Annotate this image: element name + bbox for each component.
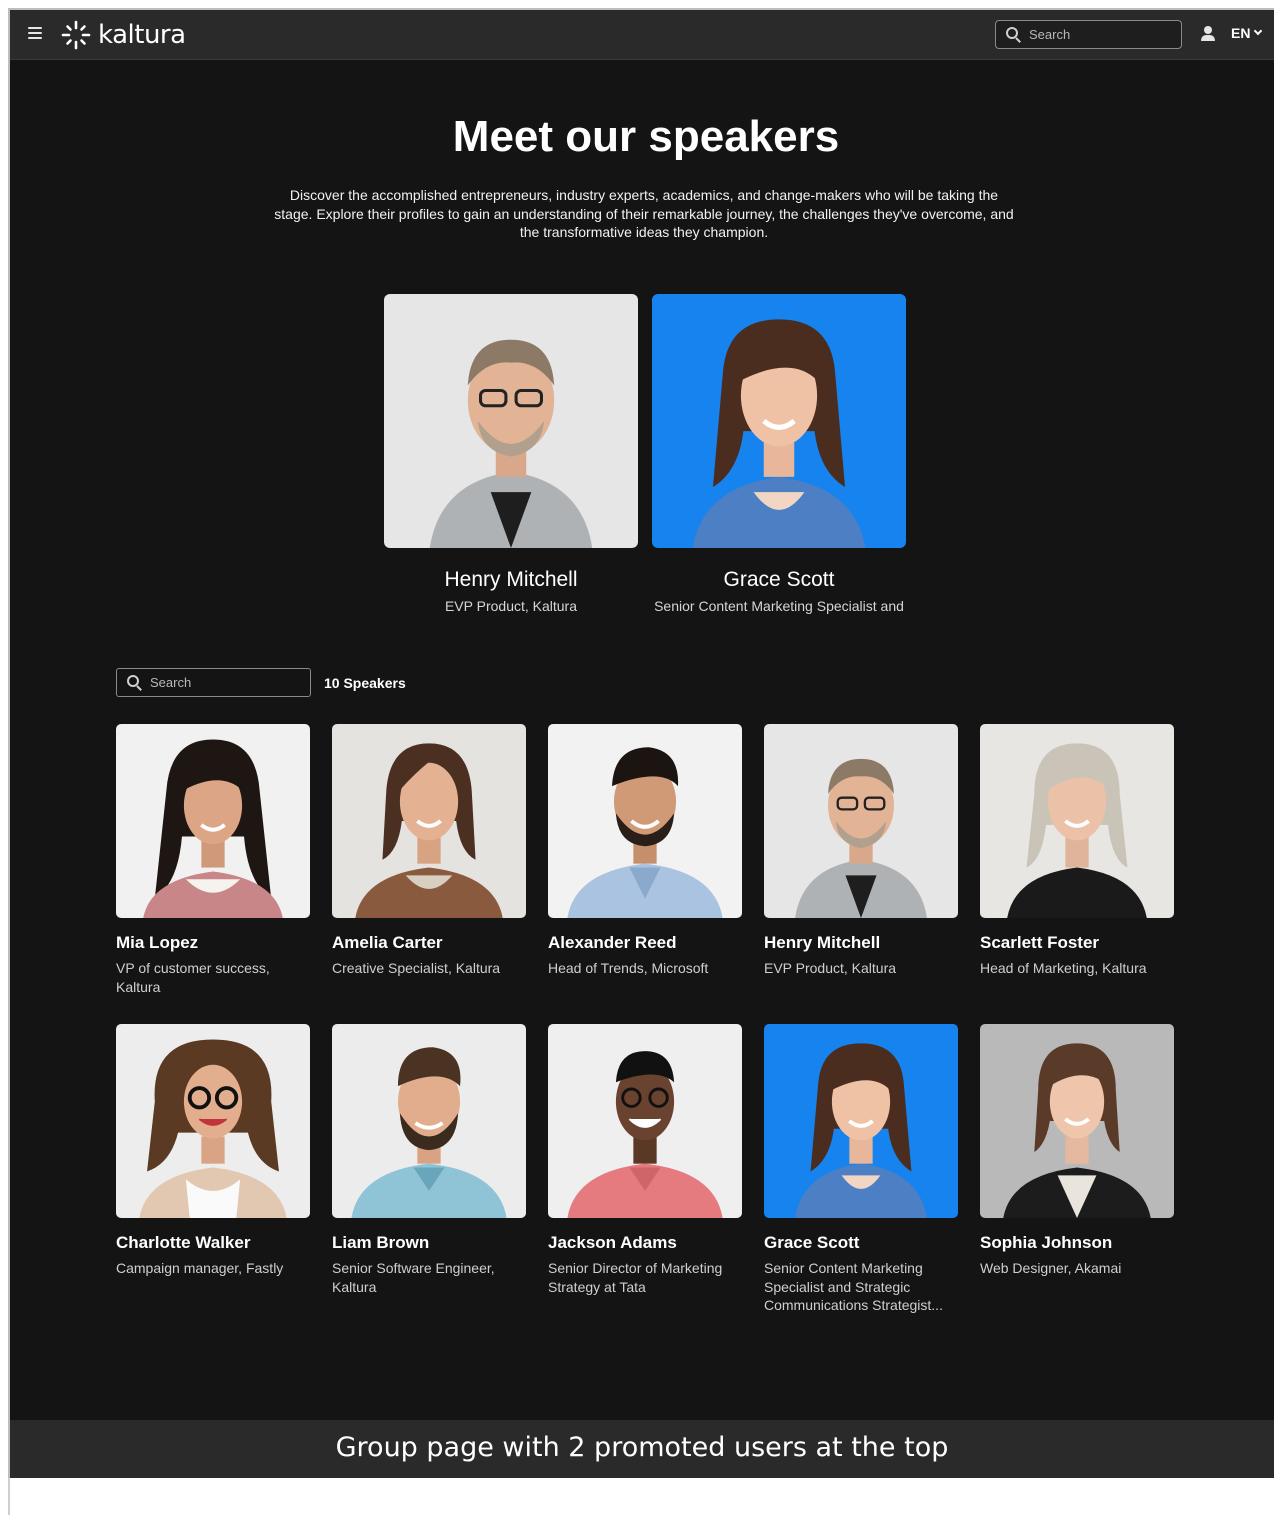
speaker-title: Campaign manager, Fastly — [116, 1260, 284, 1276]
search-icon — [127, 675, 142, 691]
speaker-photo — [652, 294, 906, 548]
speaker-photo — [548, 724, 742, 918]
speaker-card[interactable]: Liam Brown Senior Software Engineer, Kal… — [332, 1024, 526, 1296]
speaker-card[interactable]: Amelia Carter Creative Specialist, Kaltu… — [332, 724, 526, 978]
speaker-photo — [332, 1024, 526, 1218]
speaker-title: Creative Specialist, Kaltura — [332, 960, 501, 976]
speaker-photo — [116, 724, 310, 918]
speaker-photo — [548, 1024, 742, 1218]
hamburger-menu-icon[interactable] — [28, 27, 42, 39]
language-selector[interactable]: EN — [1231, 25, 1263, 41]
speaker-card[interactable]: Sophia Johnson Web Designer, Akamai — [980, 1024, 1174, 1278]
speaker-photo — [116, 1024, 310, 1218]
search-icon — [1006, 27, 1021, 43]
speaker-card[interactable]: Mia Lopez VP of customer success, Kaltur… — [116, 724, 310, 996]
top-navigation-bar: kaltura EN — [10, 10, 1274, 60]
page-description: Discover the accomplished entrepreneurs,… — [274, 187, 1014, 240]
speaker-title: Web Designer, Akamai — [980, 1260, 1122, 1276]
speaker-title: Senior Content Marketing Specialist and … — [764, 1260, 943, 1313]
speaker-name: Henry Mitchell — [444, 568, 578, 591]
speaker-search-input[interactable] — [150, 675, 290, 690]
speaker-card[interactable]: Alexander Reed Head of Trends, Microsoft — [548, 724, 742, 978]
speaker-name: Sophia Johnson — [980, 1233, 1113, 1252]
speaker-photo — [980, 1024, 1174, 1218]
page-title: Meet our speakers — [452, 112, 840, 161]
speaker-count: 10 Speakers — [324, 675, 406, 691]
speaker-name: Grace Scott — [723, 568, 835, 591]
speaker-title: Senior Software Engineer, Kaltura — [332, 1260, 495, 1295]
speaker-card[interactable]: Henry Mitchell EVP Product, Kaltura — [764, 724, 958, 978]
speaker-photo — [764, 724, 958, 918]
speaker-name: Liam Brown — [332, 1233, 430, 1252]
speaker-card[interactable]: Charlotte Walker Campaign manager, Fastl… — [116, 1024, 310, 1278]
language-label: EN — [1231, 25, 1251, 41]
speaker-name: Amelia Carter — [332, 933, 443, 952]
speaker-card[interactable]: Grace Scott Senior Content Marketing Spe… — [764, 1024, 958, 1315]
speaker-name: Charlotte Walker — [116, 1233, 251, 1252]
speaker-title: Head of Trends, Microsoft — [548, 960, 709, 976]
promoted-speaker-card[interactable]: Grace Scott Senior Content Marketing Spe… — [652, 294, 906, 614]
speaker-title: Senior Content Marketing Specialist and — [654, 598, 904, 614]
speaker-photo — [384, 294, 638, 548]
speaker-name: Alexander Reed — [548, 933, 677, 952]
speaker-photo — [980, 724, 1174, 918]
speaker-photo — [332, 724, 526, 918]
speaker-title: Head of Marketing, Kaltura — [980, 960, 1147, 976]
global-search-field[interactable] — [995, 20, 1182, 49]
speaker-card[interactable]: Jackson Adams Senior Director of Marketi… — [548, 1024, 742, 1296]
speaker-name: Jackson Adams — [548, 1233, 677, 1252]
speaker-title: VP of customer success, Kaltura — [116, 960, 270, 995]
speaker-title: EVP Product, Kaltura — [764, 960, 897, 976]
speaker-name: Henry Mitchell — [764, 933, 881, 952]
kaltura-logo[interactable]: kaltura — [60, 19, 186, 51]
user-icon[interactable] — [1200, 26, 1216, 42]
speaker-name: Grace Scott — [764, 1233, 860, 1252]
speaker-photo — [764, 1024, 958, 1218]
global-search-input[interactable] — [1029, 27, 1169, 42]
promoted-speaker-card[interactable]: Henry Mitchell EVP Product, Kaltura — [384, 294, 638, 614]
caption-text: Group page with 2 promoted users at the … — [335, 1432, 949, 1463]
frame-edge — [8, 1478, 10, 1515]
speaker-name: Mia Lopez — [116, 933, 199, 952]
speaker-title: Senior Director of Marketing Strategy at… — [548, 1260, 723, 1295]
app-window: kaltura EN Meet our speakers Discover th… — [8, 8, 1274, 1478]
speaker-title: EVP Product, Kaltura — [444, 598, 578, 614]
chevron-down-icon — [1254, 26, 1263, 36]
kaltura-burst-icon — [61, 20, 91, 50]
speaker-search-field[interactable] — [116, 668, 311, 697]
caption-bar: Group page with 2 promoted users at the … — [10, 1420, 1274, 1478]
speaker-name: Scarlett Foster — [980, 933, 1100, 952]
speaker-card[interactable]: Scarlett Foster Head of Marketing, Kaltu… — [980, 724, 1174, 978]
logo-wordmark: kaltura — [98, 20, 186, 50]
